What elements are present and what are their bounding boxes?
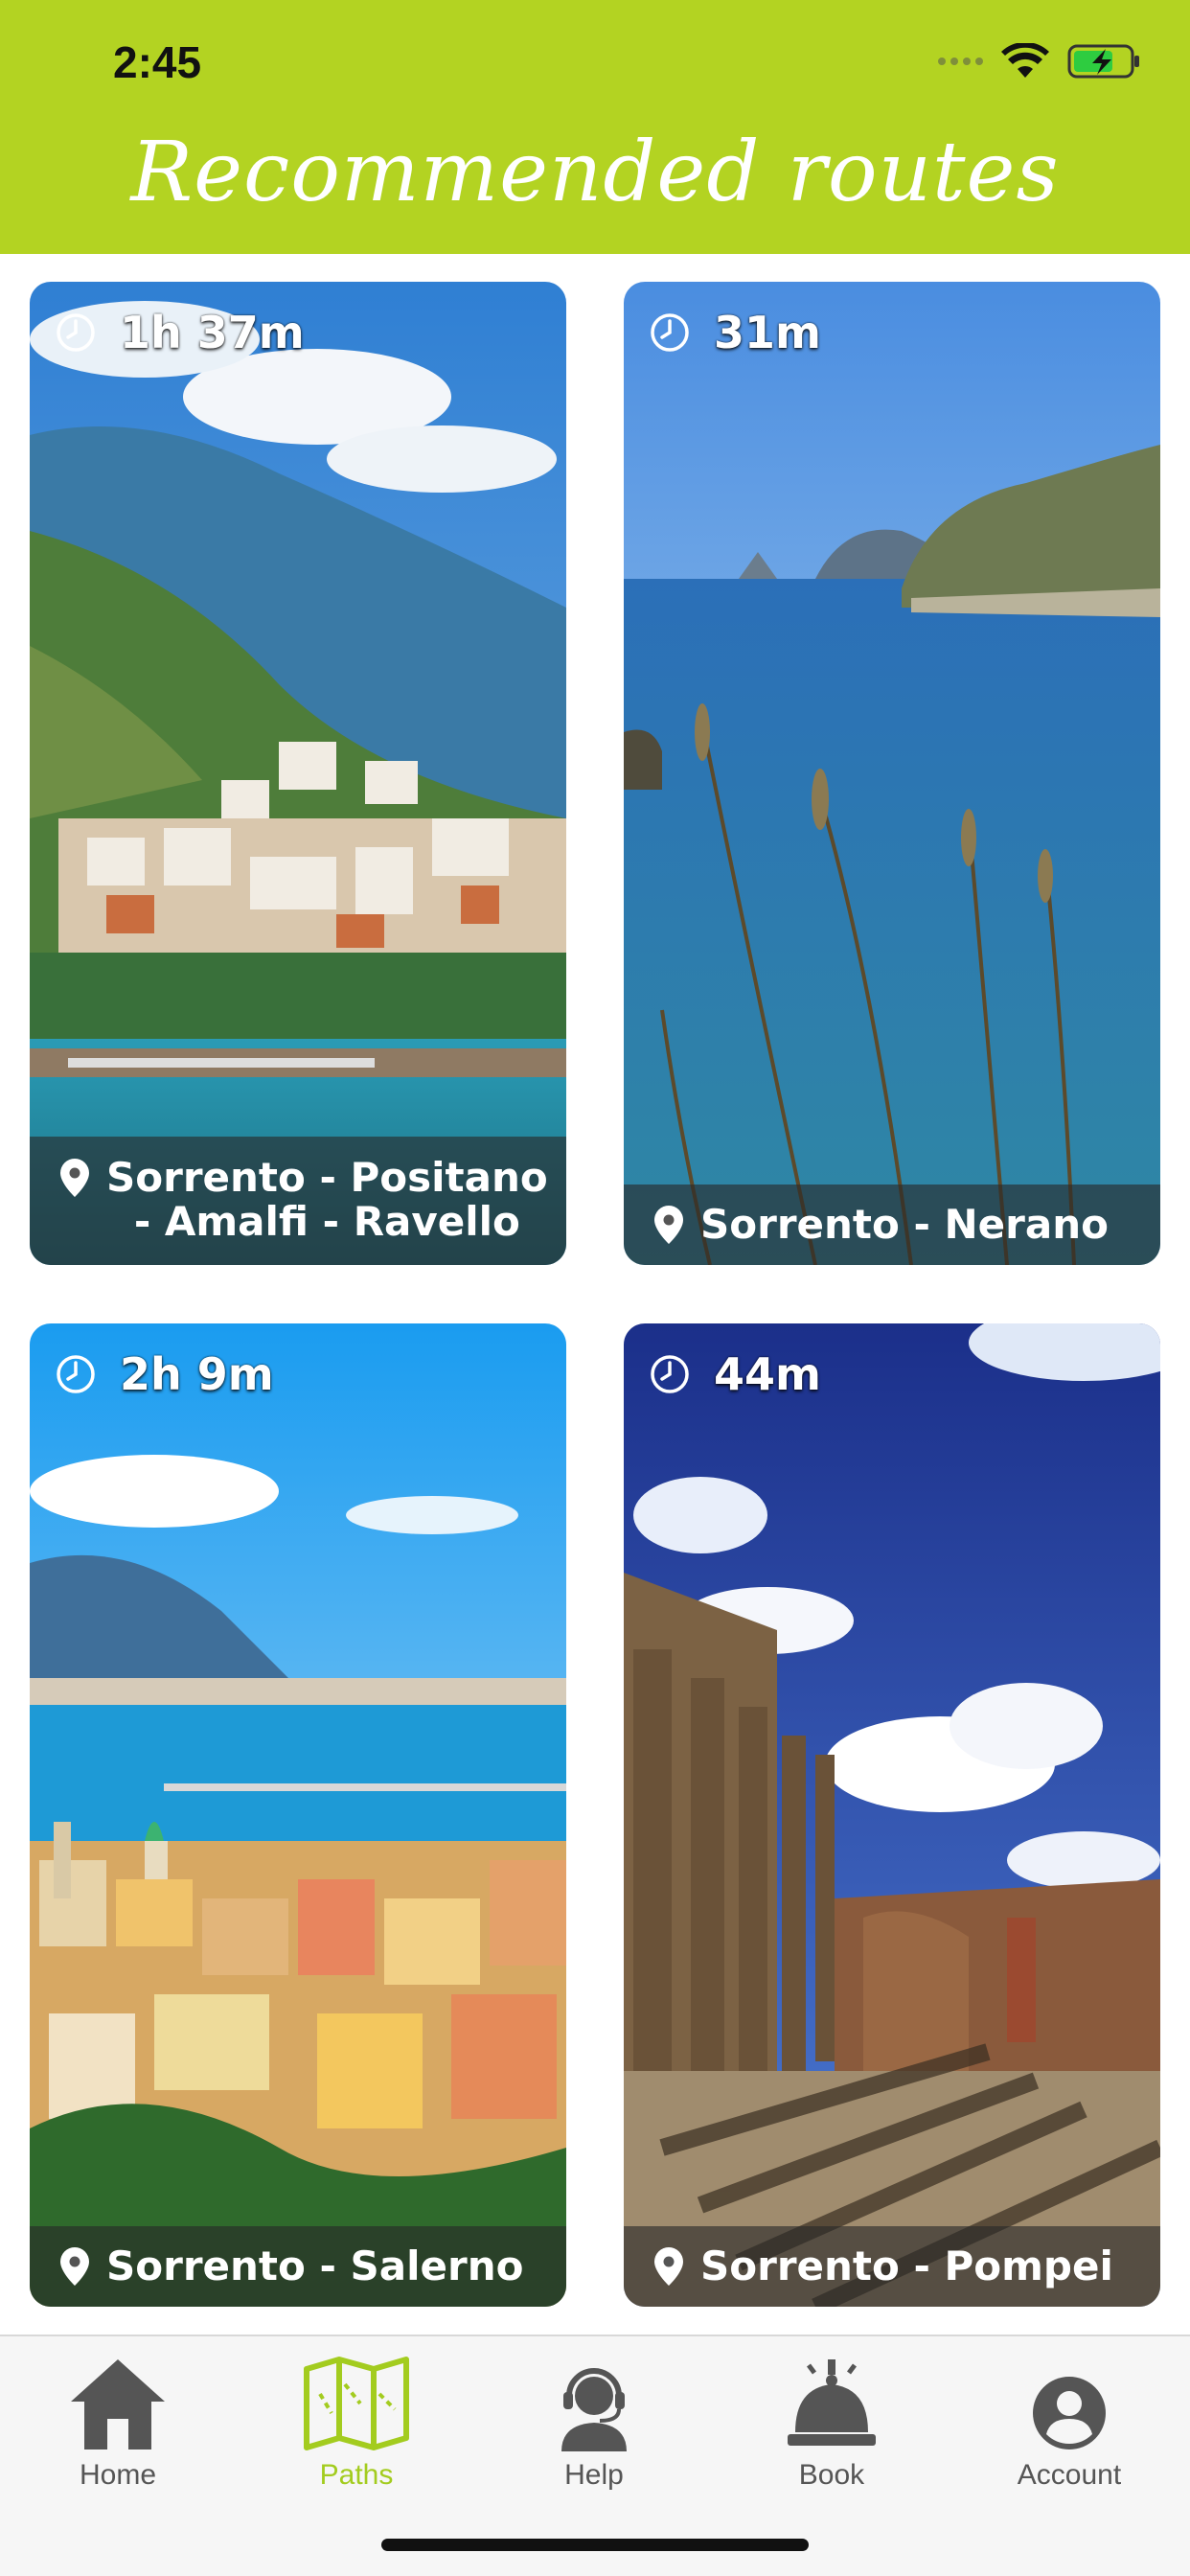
tab-paths[interactable]: Paths <box>261 2346 452 2492</box>
location-pin-icon <box>654 2247 683 2286</box>
tab-account[interactable]: Account <box>973 2346 1165 2492</box>
clock-icon <box>651 313 689 352</box>
tab-label: Help <box>564 2459 624 2491</box>
tab-label: Book <box>798 2459 865 2491</box>
tab-book[interactable]: Book <box>736 2346 927 2492</box>
route-name: Sorrento - Pompei <box>700 2242 1113 2289</box>
duration-row: 44m <box>649 1348 821 1400</box>
tab-label: Home <box>79 2459 157 2491</box>
house-icon <box>71 2359 165 2450</box>
location-pin-icon <box>60 2247 89 2286</box>
route-duration: 2h 9m <box>120 1348 274 1400</box>
status-time: 2:45 <box>113 37 202 87</box>
location-pin-icon <box>60 1159 89 1197</box>
clock-icon <box>651 1355 689 1393</box>
route-photo <box>30 1323 566 2307</box>
route-label: Sorrento - Positano - Amalfi - Ravello <box>30 1137 566 1265</box>
duration-row: 31m <box>649 307 821 358</box>
route-duration: 1h 37m <box>120 307 305 358</box>
page-title: Recommended routes <box>130 125 1060 220</box>
route-photo <box>624 1323 1160 2307</box>
route-photo <box>30 282 566 1265</box>
duration-row: 1h 37m <box>55 307 305 358</box>
route-name: Sorrento - Salerno <box>106 2242 524 2289</box>
tab-home[interactable]: Home <box>22 2346 214 2492</box>
status-icons <box>938 43 1142 80</box>
route-photo <box>624 282 1160 1265</box>
route-duration: 31m <box>714 307 821 358</box>
route-card-salerno[interactable]: 2h 9m Sorrento - Salerno <box>30 1323 566 2307</box>
route-duration: 44m <box>714 1348 821 1400</box>
clock-icon <box>57 1355 95 1393</box>
home-indicator[interactable] <box>381 2539 809 2551</box>
account-circle-icon <box>1033 2377 1106 2450</box>
cellular-signal-icon <box>938 58 983 65</box>
route-label: Sorrento - Salerno <box>30 2226 566 2307</box>
wifi-icon <box>1001 43 1049 78</box>
route-card-nerano[interactable]: 31m Sorrento - Nerano <box>624 282 1160 1265</box>
map-icon <box>304 2357 409 2450</box>
route-label: Sorrento - Pompei <box>624 2226 1160 2307</box>
duration-row: 2h 9m <box>55 1348 274 1400</box>
route-label: Sorrento - Nerano <box>624 1184 1160 1265</box>
route-name: Sorrento - Positano <box>106 1154 548 1201</box>
service-bell-icon <box>788 2359 876 2446</box>
tab-help[interactable]: Help <box>498 2346 690 2492</box>
support-agent-icon <box>561 2368 627 2451</box>
tab-label: Account <box>1017 2459 1122 2491</box>
battery-charging-icon <box>1067 44 1139 79</box>
header-bar: 2:45 Recommended routes <box>0 0 1190 254</box>
clock-icon <box>57 313 95 352</box>
tab-label: Paths <box>319 2459 394 2491</box>
location-pin-icon <box>654 1206 683 1244</box>
route-card-positano-amalfi[interactable]: 1h 37m Sorrento - Positano - Amalfi - Ra… <box>30 282 566 1265</box>
route-name: Sorrento - Nerano <box>700 1201 1109 1248</box>
route-card-pompei[interactable]: 44m Sorrento - Pompei <box>624 1323 1160 2307</box>
route-name-continued: - Amalfi - Ravello <box>133 1198 520 1245</box>
